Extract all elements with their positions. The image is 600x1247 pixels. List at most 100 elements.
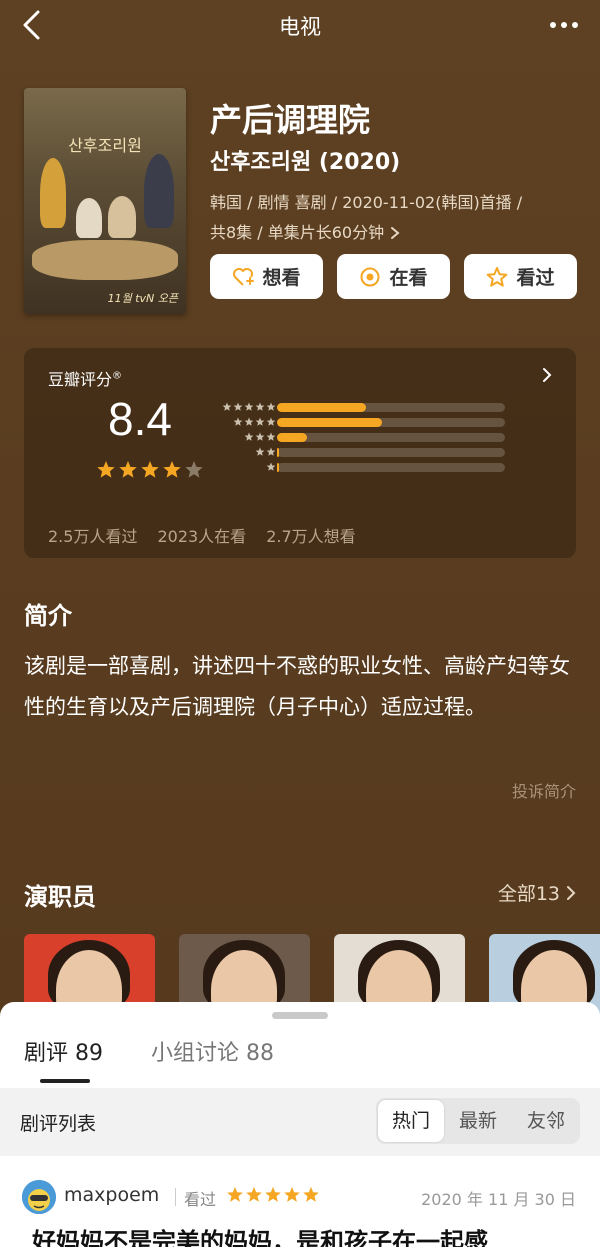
rating-bar-row: [212, 460, 532, 475]
poster-table: [32, 240, 178, 280]
review-status: 看过: [184, 1190, 217, 1209]
meta-line-2-text: 共8集 / 单集片长60分钟: [210, 223, 385, 242]
sheet-tabs: 剧评 89 小组讨论 88: [24, 1035, 274, 1067]
star-icon: [255, 432, 265, 441]
star-icon: [227, 1186, 243, 1202]
avatar[interactable]: [22, 1180, 56, 1214]
star-icon: [266, 417, 276, 426]
star-icon: [255, 447, 265, 456]
star-icon: [244, 402, 254, 411]
page-title: 电视: [279, 15, 321, 39]
watched-button[interactable]: 看过: [464, 254, 577, 299]
tab-group-count: 88: [246, 1041, 275, 1066]
rating-distribution: [212, 400, 532, 475]
poster-title: 산후조리원: [68, 136, 142, 155]
tab-reviews-count: 89: [75, 1041, 104, 1066]
review-title[interactable]: 好妈妈不是完美的妈妈，是和孩子在一起感: [32, 1222, 488, 1247]
review-date: 2020 年 11 月 30 日: [421, 1190, 576, 1209]
tab-reviews-label: 剧评: [24, 1041, 69, 1066]
action-buttons: 想看 在看 看过: [210, 254, 577, 299]
star-icon: [266, 432, 276, 441]
cast-all-link[interactable]: 全部13: [498, 879, 576, 906]
sort-option-friends[interactable]: 友邻: [512, 1100, 580, 1142]
sort-option-latest[interactable]: 最新: [444, 1100, 512, 1142]
tab-group-discussion[interactable]: 小组讨论 88: [151, 1035, 274, 1067]
star-icon: [255, 417, 265, 426]
rating-label-mark: ®: [112, 370, 123, 382]
more-dot-icon: [572, 22, 578, 28]
show-poster[interactable]: 산후조리원 11월 tvN 오픈: [24, 88, 186, 314]
rating-bar-stars: [244, 432, 276, 442]
rating-bar-row: [212, 430, 532, 445]
rating-bar-track: [277, 463, 505, 472]
rating-bar-stars: [222, 402, 276, 412]
tab-reviews[interactable]: 剧评 89: [24, 1035, 103, 1067]
show-original-title: 산후조리원 (2020): [210, 150, 401, 175]
rating-bar-fill: [277, 448, 280, 457]
rating-bar-row: [212, 400, 532, 415]
chevron-right-icon: [567, 885, 576, 900]
meta-line-2: 共8集 / 单集片长60分钟: [210, 218, 570, 248]
star-icon: [266, 447, 276, 456]
poster-figure: [108, 196, 136, 238]
sort-segmented-control: 热门 最新 友邻: [376, 1098, 580, 1144]
review-stars: [226, 1186, 320, 1204]
watching-icon: [360, 267, 380, 286]
sheet-handle[interactable]: [272, 1012, 328, 1019]
rating-bar-track: [277, 448, 505, 457]
star-icon: [244, 417, 254, 426]
star-icon: [266, 462, 276, 471]
more-button[interactable]: [544, 8, 584, 42]
rating-bar-fill: [277, 418, 382, 427]
watching-button[interactable]: 在看: [337, 254, 450, 299]
star-outline-icon: [487, 266, 508, 287]
watched-count[interactable]: 2.5万人看过: [48, 523, 137, 547]
rating-bar-fill: [277, 403, 366, 412]
top-nav: 电视: [0, 0, 600, 50]
rating-bar-row: [212, 445, 532, 460]
star-icon: [266, 402, 276, 411]
want-count[interactable]: 2.7万人想看: [266, 523, 355, 547]
report-intro-link[interactable]: 投诉简介: [512, 778, 576, 802]
meta-line-1: 韩国 / 剧情 喜剧 / 2020-11-02(韩国)首播 /: [210, 193, 523, 212]
show-meta[interactable]: 韩国 / 剧情 喜剧 / 2020-11-02(韩国)首播 / 共8集 / 单集…: [210, 188, 570, 248]
review-item[interactable]: maxpoem 看过 2020 年 11 月 30 日 好妈妈不是完美的妈妈，是…: [0, 1176, 600, 1247]
avatar-image: [22, 1180, 56, 1214]
star-icon: [222, 402, 232, 411]
review-sheet: 剧评 89 小组讨论 88 剧评列表 热门 最新 友邻 maxpoem 看过 2…: [0, 1002, 600, 1247]
active-tab-indicator: [40, 1079, 90, 1083]
review-list-label: 剧评列表: [20, 1113, 97, 1135]
want-button[interactable]: 想看: [210, 254, 323, 299]
review-list-bar: 剧评列表 热门 最新 友邻: [0, 1088, 600, 1156]
heart-plus-icon: [233, 267, 255, 286]
poster-figure: [76, 198, 102, 238]
sort-option-hot[interactable]: 热门: [378, 1100, 444, 1142]
poster-figure: [40, 158, 66, 228]
star-icon: [255, 402, 265, 411]
divider: [175, 1188, 176, 1206]
chevron-right-icon[interactable]: [540, 366, 554, 384]
star-icon: [303, 1186, 319, 1202]
star-icon: [244, 432, 254, 441]
star-icon: [246, 1186, 262, 1202]
rating-label-text: 豆瓣评分: [48, 370, 113, 389]
star-icon: [141, 461, 159, 478]
star-icon: [265, 1186, 281, 1202]
chevron-right-icon: [391, 227, 400, 239]
star-icon: [97, 461, 115, 478]
rating-bar-row: [212, 415, 532, 430]
star-icon: [233, 402, 243, 411]
rating-card[interactable]: 豆瓣评分® 8.4 2.5万人看过 2023人在看 2.7万人想看: [24, 348, 576, 558]
want-label: 想看: [262, 267, 301, 289]
watching-count[interactable]: 2023人在看: [157, 523, 246, 547]
tab-group-label: 小组讨论: [151, 1041, 240, 1066]
more-dot-icon: [550, 22, 556, 28]
watching-label: 在看: [389, 267, 428, 289]
star-icon: [233, 417, 243, 426]
rating-bar-stars: [233, 417, 276, 427]
review-username[interactable]: maxpoem: [64, 1184, 159, 1206]
star-icon: [119, 461, 137, 478]
poster-tag: 11월 tvN 오픈: [107, 292, 178, 305]
star-icon: [163, 461, 181, 478]
star-icon: [185, 461, 203, 478]
